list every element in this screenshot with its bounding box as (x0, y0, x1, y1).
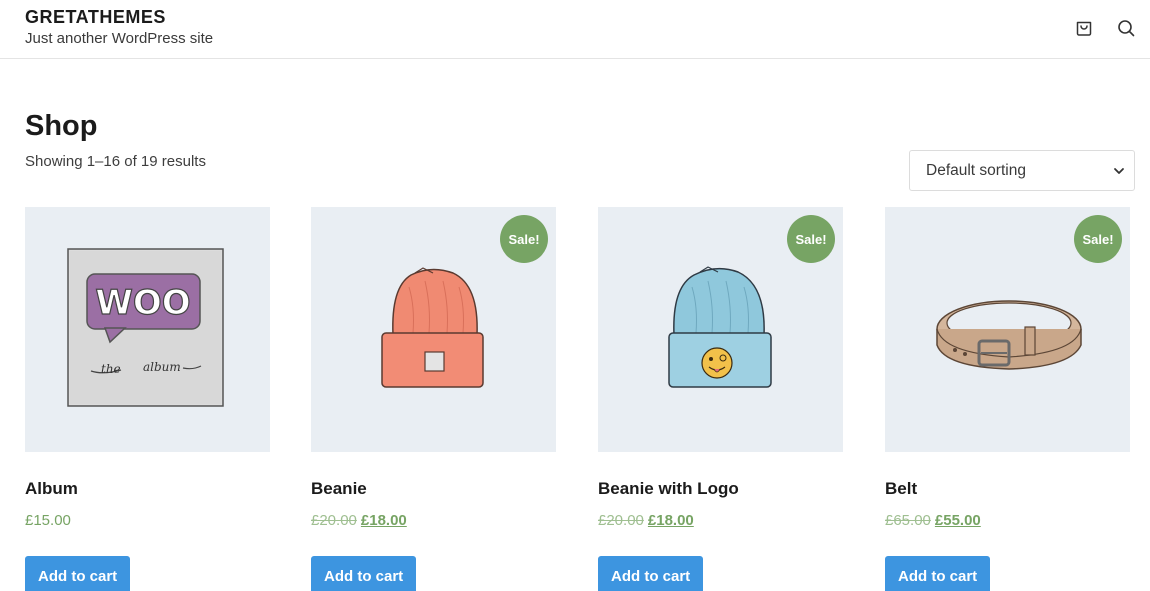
price-sale: £55.00 (934, 512, 981, 529)
product-card: Sale! Belt £65.00 £55.00 Add to cart (885, 207, 1130, 591)
product-card: Sale! Beanie with Logo £20.00 £18.00 Add … (598, 207, 843, 591)
add-to-cart-button[interactable]: Add to cart (598, 556, 704, 591)
price-regular: £20.00 (598, 512, 644, 529)
product-title[interactable]: Belt (885, 479, 917, 499)
add-to-cart-button[interactable]: Add to cart (885, 556, 991, 591)
product-image[interactable]: Sale! (598, 207, 843, 452)
sale-badge: Sale! (500, 215, 548, 263)
sorting-selected-value: Default sorting (926, 161, 1026, 179)
sale-badge: Sale! (1074, 215, 1122, 263)
add-to-cart-button[interactable]: Add to cart (25, 556, 131, 591)
product-price: £65.00 £55.00 (885, 512, 981, 529)
product-price: £20.00 £18.00 (598, 512, 694, 529)
result-count: Showing 1–16 of 19 results (25, 153, 206, 170)
price-sale: £18.00 (360, 512, 407, 529)
site-title[interactable]: GRETATHEMES (25, 7, 166, 28)
sale-badge: Sale! (787, 215, 835, 263)
product-image[interactable]: Sale! (311, 207, 556, 452)
site-header: GRETATHEMES Just another WordPress site (0, 0, 1150, 59)
add-to-cart-button[interactable]: Add to cart (311, 556, 417, 591)
svg-text:the: the (101, 362, 121, 376)
site-description: Just another WordPress site (25, 30, 214, 47)
page-title: Shop (25, 110, 98, 142)
product-price: £20.00 £18.00 (311, 512, 407, 529)
svg-text:WOO: WOO (95, 283, 190, 323)
search-icon[interactable] (1116, 18, 1136, 38)
woo-album-image: WOO the album (67, 248, 224, 407)
price-regular: £15.00 (25, 512, 71, 529)
product-price: £15.00 (25, 512, 71, 529)
product-title[interactable]: Album (25, 479, 78, 499)
product-title[interactable]: Beanie (311, 479, 367, 499)
product-card: Sale! Beanie £20.00 £18.00 Add to cart (311, 207, 556, 591)
price-sale: £18.00 (647, 512, 694, 529)
chevron-down-icon (1114, 168, 1124, 174)
price-regular: £20.00 (311, 512, 357, 529)
product-card: WOO the album Album £15.00 Add to cart (25, 207, 270, 591)
product-image[interactable]: WOO the album (25, 207, 270, 452)
product-title[interactable]: Beanie with Logo (598, 479, 739, 499)
product-image[interactable]: Sale! (885, 207, 1130, 452)
price-regular: £65.00 (885, 512, 931, 529)
sorting-select[interactable]: Default sorting (909, 150, 1135, 191)
svg-text:album: album (143, 360, 181, 374)
cart-icon[interactable] (1074, 18, 1094, 38)
